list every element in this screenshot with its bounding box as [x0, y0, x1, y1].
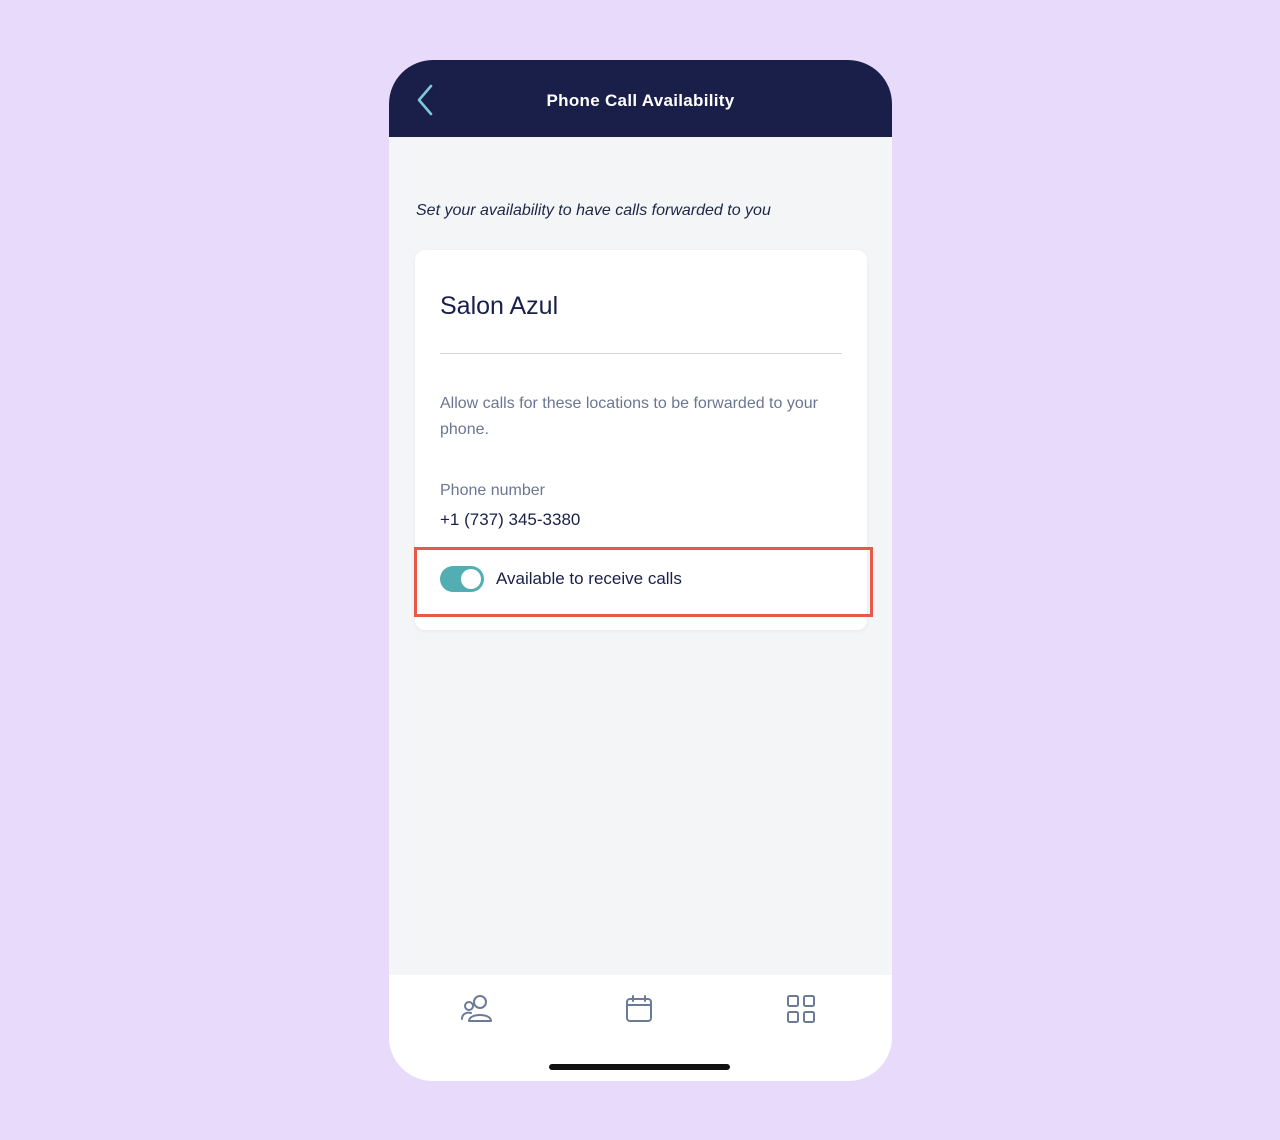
tab-clients[interactable] [457, 989, 497, 1029]
availability-toggle[interactable] [440, 566, 484, 592]
page-title: Phone Call Availability [546, 91, 735, 110]
clients-icon [461, 995, 492, 1022]
phone-number-value: +1 (737) 345-3380 [440, 510, 581, 529]
phone-frame: Phone Call Availability Set your availab… [389, 60, 892, 1081]
availability-toggle-row[interactable]: Available to receive calls [440, 566, 682, 592]
location-name: Salon Azul [440, 292, 559, 320]
grid-icon [787, 995, 815, 1023]
bottom-tab-bar [389, 975, 892, 1081]
tab-calendar[interactable] [619, 989, 659, 1029]
availability-toggle-label[interactable]: Available to receive calls [496, 569, 682, 589]
home-indicator [549, 1064, 730, 1070]
toggle-knob [461, 569, 481, 589]
phone-number-label: Phone number [440, 482, 545, 499]
calendar-icon [626, 995, 652, 1022]
divider [440, 353, 842, 354]
availability-instruction: Set your availability to have calls forw… [416, 202, 771, 219]
header-bar: Phone Call Availability [389, 60, 892, 137]
tab-more[interactable] [781, 989, 821, 1029]
location-description: Allow calls for these locations to be fo… [440, 395, 818, 438]
location-card: Salon Azul Allow calls for these locatio… [415, 250, 867, 630]
